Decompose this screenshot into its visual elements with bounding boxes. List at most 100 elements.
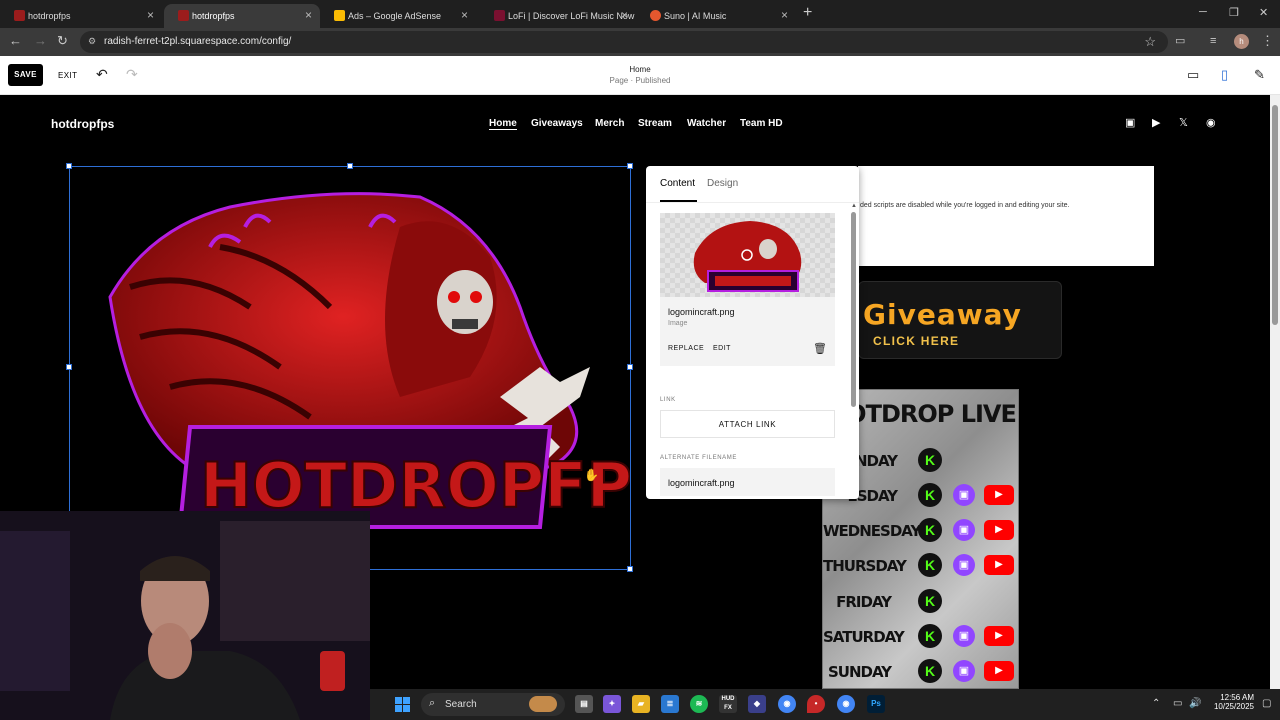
alt-filename-input[interactable]: logomincraft.png <box>660 468 835 496</box>
twitch-icon: ▣ <box>953 554 975 576</box>
browser-tab[interactable]: hotdropfps × <box>0 4 162 28</box>
photoshop-icon[interactable]: Ps <box>867 695 885 713</box>
notepad-icon[interactable]: ≣ <box>661 695 679 713</box>
close-window-icon[interactable]: ✕ <box>1259 6 1268 19</box>
minimize-icon[interactable]: ─ <box>1199 6 1207 18</box>
back-icon[interactable]: ← <box>9 34 22 48</box>
spotify-icon[interactable]: ≋ <box>690 695 708 713</box>
kick-icon: K <box>918 589 942 613</box>
search-icon: ⌕ <box>429 697 436 709</box>
twitch-icon[interactable]: ▣ <box>1125 117 1135 129</box>
twitch-icon: ▣ <box>953 519 975 541</box>
notification-icon[interactable]: ▢ <box>1262 698 1271 709</box>
close-tab-icon[interactable]: × <box>461 9 468 21</box>
selected-image-block[interactable]: HOTDROPFPS <box>69 166 631 570</box>
giveaway-cta: CLICK HERE <box>873 334 960 348</box>
copilot-icon[interactable]: ✦ <box>603 695 621 713</box>
maps-pin-icon[interactable]: • <box>807 695 825 713</box>
desktop-view-icon[interactable]: ▭ <box>1187 68 1199 82</box>
vpn-icon[interactable]: ◆ <box>748 695 766 713</box>
restore-icon[interactable]: ❐ <box>1229 6 1239 19</box>
profile-avatar[interactable]: h <box>1234 34 1249 49</box>
taskbar-search[interactable]: ⌕ Search <box>421 693 565 716</box>
nav-giveaways[interactable]: Giveaways <box>531 118 583 129</box>
browser-tab[interactable]: Suno | AI Music × <box>636 4 796 28</box>
trash-icon[interactable]: 🗑 <box>813 342 827 355</box>
panel-scrollbar[interactable] <box>851 212 856 407</box>
taskbar-clock[interactable]: 12:56 AM 10/25/2025 <box>1208 693 1254 711</box>
site-styles-brush-icon[interactable]: ✎ <box>1254 68 1265 82</box>
kick-icon: K <box>918 659 942 683</box>
hud-fx-icon[interactable]: HUD FX <box>719 695 737 713</box>
schedule-day-sunday: SUNDAY <box>827 663 892 681</box>
tab-content[interactable]: Content <box>660 178 695 189</box>
hotdropfps-logo-image: HOTDROPFPS <box>108 192 630 529</box>
site-logo[interactable]: hotdropfps <box>51 117 114 131</box>
forward-icon[interactable]: → <box>34 34 47 48</box>
squarespace-favicon-icon <box>178 10 189 21</box>
chrome-profile-icon[interactable]: ◉ <box>837 695 855 713</box>
resize-handle[interactable] <box>627 566 633 572</box>
url-text[interactable]: radish-ferret-t2pl.squarespace.com/confi… <box>104 36 291 47</box>
resize-handle[interactable] <box>347 163 353 169</box>
scroll-up-icon[interactable]: ▲ <box>851 203 857 209</box>
image-card: logomincraft.png Image REPLACE EDIT 🗑 <box>660 213 835 366</box>
page-scrollbar[interactable] <box>1270 95 1280 689</box>
address-bar[interactable]: ⚙ radish-ferret-t2pl.squarespace.com/con… <box>80 31 1168 53</box>
nav-stream[interactable]: Stream <box>638 118 672 129</box>
embed-notice: ded scripts are disabled while you're lo… <box>858 166 1154 266</box>
resize-handle[interactable] <box>66 163 72 169</box>
edit-button[interactable]: EDIT <box>713 345 731 352</box>
editor-toolbar: SAVE EXIT ↶ ↷ Home Page · Published ▭ ▯ … <box>0 56 1280 95</box>
page-title[interactable]: Home <box>0 65 1280 74</box>
kick-icon: K <box>918 553 942 577</box>
browser-tab-active[interactable]: hotdropfps × <box>164 4 320 28</box>
new-tab-icon[interactable]: + <box>803 5 812 21</box>
reload-icon[interactable]: ↻ <box>57 34 68 48</box>
resize-handle[interactable] <box>627 163 633 169</box>
lofi-favicon-icon <box>494 10 505 21</box>
schedule-day-friday: FRIDAY <box>836 593 892 611</box>
resize-handle[interactable] <box>66 364 72 370</box>
cast-icon[interactable]: ▭ <box>1175 34 1185 48</box>
clock-date: 10/25/2025 <box>1213 702 1254 711</box>
close-tab-icon[interactable]: × <box>147 9 154 21</box>
site-info-icon[interactable]: ⚙ <box>88 36 98 46</box>
resize-handle[interactable] <box>627 364 633 370</box>
browser-tab[interactable]: LoFi | Discover LoFi Music Now × <box>480 4 636 28</box>
nav-watcher[interactable]: Watcher <box>687 118 726 129</box>
image-type: Image <box>668 320 688 327</box>
chrome-icon[interactable]: ◉ <box>778 695 796 713</box>
replace-button[interactable]: REPLACE <box>668 345 704 352</box>
scrollbar-thumb[interactable] <box>1272 105 1278 325</box>
tray-overflow-icon[interactable]: ⌃ <box>1152 698 1160 709</box>
alt-filename-label: ALTERNATE FILENAME <box>660 455 737 461</box>
network-icon[interactable]: ▭ <box>1173 698 1182 709</box>
giveaway-banner[interactable]: Giveaway CLICK HERE <box>858 281 1062 359</box>
media-controls-icon[interactable]: ≡ <box>1210 34 1216 48</box>
windows-start-icon[interactable] <box>395 697 411 713</box>
twitch-icon: ▣ <box>953 625 975 647</box>
suno-favicon-icon <box>650 10 661 21</box>
browser-tab[interactable]: Ads – Google AdSense × <box>320 4 476 28</box>
file-explorer-icon[interactable]: ▰ <box>632 695 650 713</box>
youtube-icon[interactable]: ▶ <box>1152 117 1160 129</box>
nav-home[interactable]: Home <box>489 118 517 130</box>
nav-team-hd[interactable]: Team HD <box>740 118 783 129</box>
discord-icon[interactable]: ◉ <box>1206 117 1216 129</box>
task-view-icon[interactable]: ▤ <box>575 695 593 713</box>
close-tab-icon[interactable]: × <box>305 9 312 21</box>
x-icon[interactable]: 𝕏 <box>1179 117 1188 129</box>
volume-icon[interactable]: 🔊 <box>1189 698 1201 709</box>
bookmark-star-icon[interactable]: ☆ <box>1144 34 1156 50</box>
close-tab-icon[interactable]: × <box>621 9 628 21</box>
webcam-person-image <box>0 511 370 720</box>
close-tab-icon[interactable]: × <box>781 9 788 21</box>
attach-link-button[interactable]: ATTACH LINK <box>660 410 835 438</box>
image-thumbnail[interactable] <box>660 213 835 297</box>
chrome-menu-icon[interactable]: ⋮ <box>1261 34 1274 48</box>
nav-merch[interactable]: Merch <box>595 118 624 129</box>
tab-design[interactable]: Design <box>707 178 738 189</box>
mobile-view-icon[interactable]: ▯ <box>1221 68 1228 82</box>
search-label: Search <box>445 699 477 710</box>
